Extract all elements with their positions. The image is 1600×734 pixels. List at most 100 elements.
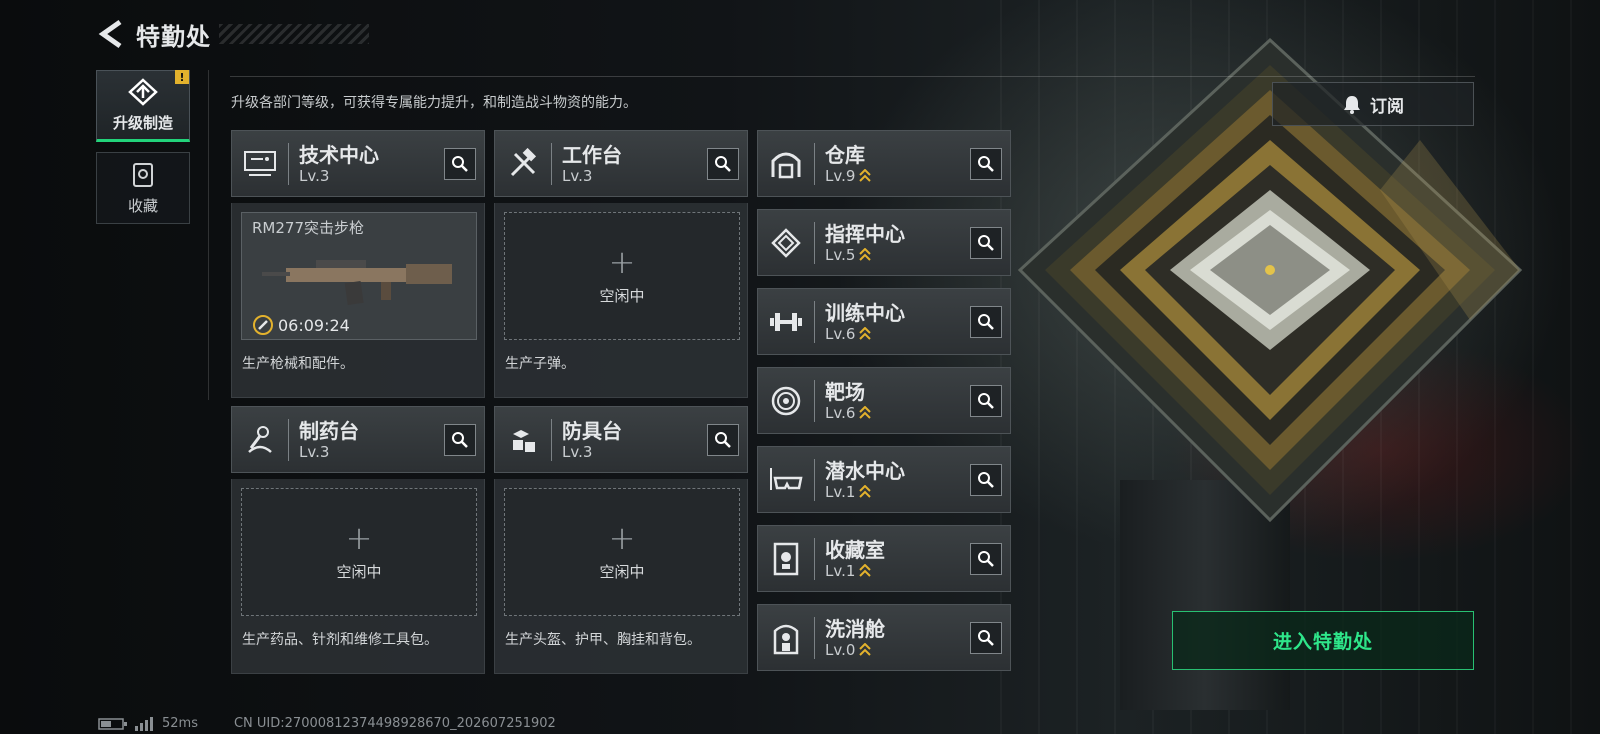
facility-warehouse[interactable]: 仓库 Lv.9 bbox=[757, 130, 1011, 197]
nav-label: 升级制造 bbox=[112, 113, 173, 132]
card-name: 工作台 bbox=[562, 142, 622, 167]
card-header[interactable]: 技术中心 Lv.3 bbox=[231, 130, 485, 197]
search-button[interactable] bbox=[970, 306, 1002, 338]
upgrade-icon bbox=[128, 77, 158, 106]
collection-room-icon bbox=[758, 525, 814, 592]
card-name: 制药台 bbox=[299, 418, 359, 443]
facility-name: 潜水中心 bbox=[825, 458, 905, 483]
search-button[interactable] bbox=[970, 227, 1002, 259]
production-slot[interactable]: + 空闲中 bbox=[504, 212, 740, 340]
separator bbox=[814, 379, 815, 422]
header: 特勤处 bbox=[96, 14, 369, 54]
facility-collection-room[interactable]: 收藏室 Lv.1 bbox=[757, 525, 1011, 592]
search-button[interactable] bbox=[970, 622, 1002, 654]
divider bbox=[230, 76, 1475, 77]
slot-status: 空闲中 bbox=[336, 562, 382, 581]
search-icon bbox=[452, 156, 468, 172]
search-button[interactable] bbox=[970, 148, 1002, 180]
battery-icon bbox=[98, 717, 127, 730]
facility-command-center[interactable]: 指挥中心 Lv.5 bbox=[757, 209, 1011, 276]
upgrade-chevron-icon bbox=[859, 563, 872, 577]
facility-name: 收藏室 bbox=[825, 537, 885, 562]
upgrade-chevron-icon bbox=[859, 326, 872, 340]
training-center-icon bbox=[758, 288, 814, 355]
page-title: 特勤处 bbox=[136, 22, 211, 51]
level-text: Lv.1 bbox=[825, 482, 856, 501]
workshop-card-workbench: 工作台 Lv.3 + 空闲中 生产子弹。 bbox=[494, 130, 748, 398]
level-text: Lv.0 bbox=[825, 640, 856, 659]
subscribe-button[interactable]: 订阅 bbox=[1272, 82, 1474, 126]
facility-decon-chamber[interactable]: 洗消舱 Lv.0 bbox=[757, 604, 1011, 671]
wrench-timer-icon bbox=[253, 315, 273, 335]
level-text: Lv.1 bbox=[825, 561, 856, 580]
level-text: Lv.9 bbox=[825, 166, 856, 185]
workbench-icon bbox=[495, 130, 551, 197]
production-slot[interactable]: + 空闲中 bbox=[241, 488, 477, 616]
production-slot[interactable]: + 空闲中 bbox=[504, 488, 740, 616]
card-header[interactable]: 制药台 Lv.3 bbox=[231, 406, 485, 473]
search-icon bbox=[978, 314, 994, 330]
production-slot[interactable]: RM277突击步枪 06:09:24 bbox=[241, 212, 477, 340]
workshop-card-tech-center: 技术中心 Lv.3 RM277突击步枪 06:09:24 生产枪械和配件。 bbox=[231, 130, 485, 398]
facility-level: Lv.0 bbox=[825, 641, 885, 659]
facility-name: 靶场 bbox=[825, 379, 865, 404]
decon-chamber-icon bbox=[758, 604, 814, 671]
search-button[interactable] bbox=[707, 424, 739, 456]
search-icon bbox=[978, 393, 994, 409]
search-icon bbox=[978, 156, 994, 172]
nav-upgrade-craft[interactable]: ! 升级制造 bbox=[96, 70, 190, 142]
separator bbox=[551, 418, 552, 461]
card-text: 潜水中心 Lv.1 bbox=[825, 459, 905, 501]
facility-diving-center[interactable]: 潜水中心 Lv.1 bbox=[757, 446, 1011, 513]
card-header[interactable]: 工作台 Lv.3 bbox=[494, 130, 748, 197]
plus-icon: + bbox=[608, 518, 636, 557]
enter-special-ops-button[interactable]: 进入特勤处 bbox=[1172, 611, 1474, 670]
enter-label: 进入特勤处 bbox=[1272, 631, 1373, 653]
back-arrow-icon[interactable] bbox=[96, 17, 126, 51]
shooting-range-icon bbox=[758, 367, 814, 434]
separator bbox=[551, 142, 552, 185]
ping-value: 52ms bbox=[162, 716, 198, 731]
facility-name: 训练中心 bbox=[825, 300, 905, 325]
card-name: 防具台 bbox=[562, 418, 622, 443]
nav-collection[interactable]: 收藏 bbox=[96, 152, 190, 224]
nav-label: 收藏 bbox=[127, 196, 158, 215]
card-level: Lv.3 bbox=[562, 442, 593, 461]
search-icon bbox=[715, 432, 731, 448]
pharmacy-icon bbox=[232, 406, 288, 473]
search-button[interactable] bbox=[970, 385, 1002, 417]
search-icon bbox=[715, 156, 731, 172]
card-header[interactable]: 防具台 Lv.3 bbox=[494, 406, 748, 473]
plus-icon: + bbox=[345, 518, 373, 557]
search-button[interactable] bbox=[444, 148, 476, 180]
facility-shooting-range[interactable]: 靶场 Lv.6 bbox=[757, 367, 1011, 434]
separator bbox=[814, 142, 815, 185]
card-body: + 空闲中 生产药品、针剂和维修工具包。 bbox=[231, 479, 485, 674]
facility-level: Lv.1 bbox=[825, 562, 885, 580]
alert-badge: ! bbox=[175, 70, 189, 84]
separator bbox=[814, 537, 815, 580]
card-text: 防具台 Lv.3 bbox=[562, 419, 622, 461]
timer: 06:09:24 bbox=[242, 314, 476, 336]
search-button[interactable] bbox=[970, 543, 1002, 575]
divider bbox=[208, 70, 209, 400]
plus-icon: + bbox=[608, 242, 636, 281]
search-icon bbox=[978, 551, 994, 567]
diving-center-icon bbox=[758, 446, 814, 513]
facility-training-center[interactable]: 训练中心 Lv.6 bbox=[757, 288, 1011, 355]
side-nav: ! 升级制造 收藏 bbox=[96, 70, 190, 234]
workshop-card-armor-bench: 防具台 Lv.3 + 空闲中 生产头盔、护甲、胸挂和背包。 bbox=[494, 406, 748, 674]
card-text: 工作台 Lv.3 bbox=[562, 143, 622, 185]
search-icon bbox=[978, 472, 994, 488]
card-name: 技术中心 bbox=[299, 142, 379, 167]
command-center-icon bbox=[758, 209, 814, 276]
card-description: 生产头盔、护甲、胸挂和背包。 bbox=[505, 632, 701, 648]
card-text: 靶场 Lv.6 bbox=[825, 379, 872, 422]
facility-level: Lv.5 bbox=[825, 246, 905, 264]
search-button[interactable] bbox=[707, 148, 739, 180]
search-button[interactable] bbox=[970, 464, 1002, 496]
level-text: Lv.5 bbox=[825, 245, 856, 264]
search-button[interactable] bbox=[444, 424, 476, 456]
search-icon bbox=[452, 432, 468, 448]
card-level: Lv.3 bbox=[299, 442, 330, 461]
